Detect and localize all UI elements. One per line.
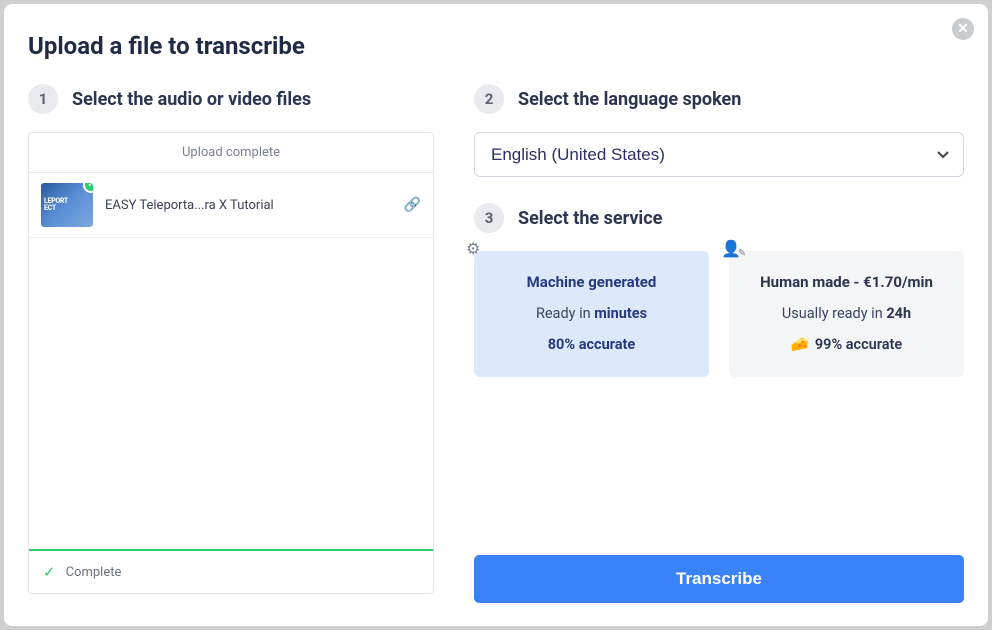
machine-title: Machine generated	[486, 273, 697, 291]
human-ready-bold: 24h	[886, 305, 911, 322]
complete-row: ✓ Complete	[29, 551, 433, 593]
link-icon[interactable]: 🔗	[404, 197, 421, 213]
step2-badge: 2	[474, 84, 504, 114]
step3-header: 3 Select the service	[474, 203, 964, 233]
machine-ready-bold: minutes	[594, 305, 647, 322]
link-glyph: 🔗	[404, 197, 421, 213]
upload-spacer	[29, 238, 433, 549]
person-edit-icon: 👤✎	[721, 239, 749, 258]
service-cards: ⚙ Machine generated Ready in minutes 80%…	[474, 251, 964, 377]
columns: 1 Select the audio or video files Upload…	[28, 84, 964, 603]
step3-title: Select the service	[518, 208, 662, 229]
cheese-icon: 🧀	[791, 336, 809, 353]
service-card-machine[interactable]: ⚙ Machine generated Ready in minutes 80%…	[474, 251, 709, 377]
machine-accuracy: 80% accurate	[486, 336, 697, 353]
human-accuracy: 🧀 99% accurate	[741, 336, 952, 353]
step2-title: Select the language spoken	[518, 89, 741, 110]
left-column: 1 Select the audio or video files Upload…	[28, 84, 434, 603]
human-ready: Usually ready in 24h	[741, 305, 952, 322]
human-title: Human made - €1.70/min	[741, 273, 952, 291]
modal-title: Upload a file to transcribe	[28, 32, 964, 60]
file-name: EASY Teleporta...ra X Tutorial	[105, 198, 392, 213]
check-icon: ✓	[83, 183, 93, 193]
machine-ready: Ready in minutes	[486, 305, 697, 322]
step1-header: 1 Select the audio or video files	[28, 84, 434, 114]
step3-section: 3 Select the service ⚙ Machine generated…	[474, 203, 964, 377]
service-card-human[interactable]: 👤✎ Human made - €1.70/min Usually ready …	[729, 251, 964, 377]
upload-status: Upload complete	[29, 133, 433, 173]
language-select[interactable]: English (United States)	[474, 132, 964, 177]
human-accuracy-text: 99% accurate	[815, 336, 902, 353]
step2-header: 2 Select the language spoken	[474, 84, 964, 114]
step1-title: Select the audio or video files	[72, 89, 311, 110]
step3-badge: 3	[474, 203, 504, 233]
close-icon[interactable]: ✕	[952, 18, 974, 40]
file-thumbnail: LEPORT ECT ✓	[41, 183, 93, 227]
close-glyph: ✕	[957, 21, 969, 37]
gear-icon: ⚙	[466, 239, 480, 258]
step1-badge: 1	[28, 84, 58, 114]
human-ready-prefix: Usually ready in	[782, 305, 886, 322]
check-glyph: ✓	[87, 183, 93, 190]
transcribe-button[interactable]: Transcribe	[474, 555, 964, 603]
complete-check-icon: ✓	[43, 563, 56, 581]
right-column: 2 Select the language spoken English (Un…	[474, 84, 964, 603]
file-row[interactable]: LEPORT ECT ✓ EASY Teleporta...ra X Tutor…	[29, 173, 433, 238]
complete-label: Complete	[66, 565, 122, 580]
upload-modal: ✕ Upload a file to transcribe 1 Select t…	[4, 4, 988, 626]
upload-box: Upload complete LEPORT ECT ✓ EASY Telepo…	[28, 132, 434, 594]
machine-ready-prefix: Ready in	[536, 305, 594, 322]
pencil-glyph: ✎	[738, 248, 746, 259]
thumb-line2: ECT	[44, 205, 93, 212]
